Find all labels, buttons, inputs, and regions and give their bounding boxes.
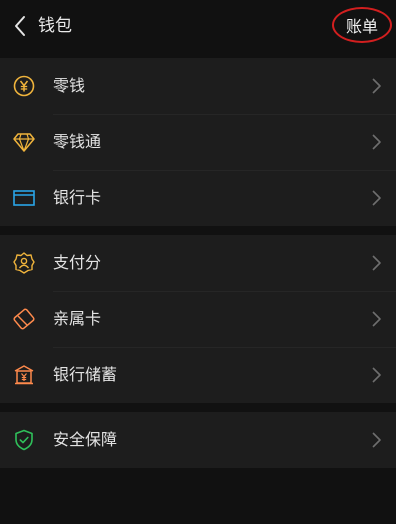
menu-item-label: 支付分 (53, 253, 102, 272)
yuan-coin-icon (12, 74, 36, 98)
top-bar: 钱包 账单 (0, 0, 396, 52)
bank-card-icon (12, 186, 36, 210)
menu-item-bank-card[interactable]: 银行卡 (0, 170, 396, 226)
chevron-right-icon (372, 78, 381, 94)
page-title: 钱包 (38, 16, 72, 36)
menu-item-label: 亲属卡 (53, 309, 102, 328)
shield-check-icon (12, 428, 36, 452)
security-group: 安全保障 (0, 412, 396, 468)
menu-item-label: 零钱通 (53, 132, 102, 151)
chevron-right-icon (372, 255, 381, 271)
menu-item-label: 银行储蓄 (53, 365, 118, 384)
menu-item-family-card[interactable]: 亲属卡 (0, 291, 396, 347)
chevron-right-icon (372, 432, 381, 448)
services-group: 支付分 亲属卡 银行储蓄 (0, 235, 396, 403)
funds-group: 零钱 零钱通 银行卡 (0, 58, 396, 226)
bill-label: 账单 (345, 17, 378, 36)
menu-item-security[interactable]: 安全保障 (0, 412, 396, 468)
diamond-icon (12, 130, 36, 154)
credit-score-icon (12, 251, 36, 275)
chevron-right-icon (372, 367, 381, 383)
menu-item-bank-savings[interactable]: 银行储蓄 (0, 347, 396, 403)
menu-item-change-plus[interactable]: 零钱通 (0, 114, 396, 170)
chevron-right-icon (372, 134, 381, 150)
savings-bank-icon (12, 363, 36, 387)
chevron-right-icon (372, 311, 381, 327)
menu-item-label: 安全保障 (53, 430, 118, 449)
menu-item-label: 零钱 (53, 76, 86, 95)
menu-item-change[interactable]: 零钱 (0, 58, 396, 114)
chevron-right-icon (372, 190, 381, 206)
menu-item-pay-score[interactable]: 支付分 (0, 235, 396, 291)
menu-item-label: 银行卡 (53, 188, 102, 207)
chevron-left-icon (15, 16, 25, 36)
family-card-icon (12, 307, 36, 331)
back-button[interactable] (8, 12, 32, 40)
bill-button[interactable]: 账单 (332, 7, 392, 43)
wallet-page: 钱包 账单 零钱 零钱通 银行卡 支付分 亲属卡 银行储蓄 安全保障 (0, 0, 396, 524)
